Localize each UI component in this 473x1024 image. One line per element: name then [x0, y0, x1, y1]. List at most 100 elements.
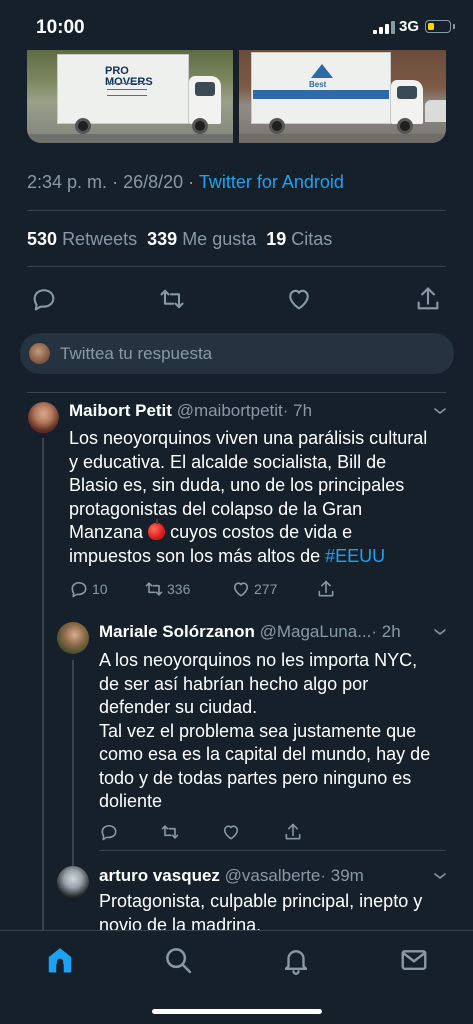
share-button[interactable] [316, 579, 336, 601]
retweet-button[interactable] [160, 822, 180, 844]
text-line: impuestos son los más altos de #EEUU [69, 545, 449, 569]
text-line: y educativa. El alcalde socialista, Bill… [69, 451, 387, 472]
text-line: Blasio es, sin duda, uno de los principa… [69, 475, 405, 495]
chevron-down-icon[interactable] [433, 406, 447, 416]
text-line: Protagonista, culpable principal, inepto… [99, 891, 423, 911]
tweet-date: 26/8/20 [123, 172, 184, 192]
share-button[interactable] [283, 822, 303, 844]
retweet-icon[interactable] [157, 285, 187, 313]
chevron-down-icon[interactable] [433, 627, 447, 637]
reply-count: 10 [92, 581, 108, 597]
reply-icon[interactable] [29, 285, 59, 313]
notifications-icon[interactable] [281, 945, 311, 975]
author-handle[interactable]: @vasalberte [225, 866, 321, 885]
retweet-icon [161, 825, 179, 839]
signal-icon [373, 21, 395, 34]
retweets-count: 530 [27, 229, 58, 249]
author-name[interactable]: Maibort Petit [69, 401, 172, 420]
reply-icon [71, 581, 87, 598]
thread-line [42, 438, 44, 930]
text-line: Los neoyorquinos viven una parálisis cul… [69, 428, 428, 448]
text-fragment: cuyos costos de vida e [165, 522, 353, 542]
retweets-stat[interactable]: 530 Retweets [27, 229, 137, 249]
author-name[interactable]: arturo vasquez [99, 866, 220, 885]
tweet-timestamp: 2:34 p. m. · 26/8/20 · Twitter for Andro… [27, 172, 344, 193]
like-count: 277 [254, 581, 278, 597]
text-fragment: impuestos son los más altos de [69, 545, 326, 566]
avatar[interactable] [28, 402, 59, 433]
reply-time: · 2h [371, 622, 401, 641]
status-bar: 10:00 3G [0, 0, 473, 50]
meta-separator: · [112, 172, 119, 192]
battery-icon [425, 20, 455, 33]
thread-line [72, 660, 74, 880]
likes-stat[interactable]: 339 Me gusta [147, 229, 256, 249]
search-icon[interactable] [163, 945, 193, 975]
retweet-count: 336 [167, 581, 191, 597]
divider [27, 210, 446, 211]
reply-header: Maibort Petit @maibortpetit· 7h [69, 401, 312, 421]
text-line: Tal vez el problema sea justamente que [99, 720, 417, 741]
like-icon[interactable] [284, 285, 314, 313]
reply-actions: 10 336 277 [69, 579, 359, 601]
like-icon [233, 582, 249, 597]
divider [27, 392, 446, 393]
quotes-stat[interactable]: 19 Citas [266, 229, 332, 249]
avatar[interactable] [57, 866, 89, 898]
quotes-label: Citas [291, 229, 333, 249]
truck-logo-text-right: Best [309, 80, 327, 89]
text-line: Manzana cuyos costos de vida e [69, 519, 449, 545]
tweet-source-link[interactable]: Twitter for Android [199, 172, 344, 192]
text-line: defender su ciudad. [99, 697, 258, 717]
author-handle[interactable]: @MagaLuna... [260, 622, 372, 641]
reply-text: Los neoyorquinos viven una parálisis cul… [69, 427, 449, 568]
divider [99, 850, 446, 851]
reply-composer[interactable]: Twittea tu respuesta [20, 333, 454, 374]
meta-separator: · [188, 172, 195, 192]
text-line: todo y de todas partes pero ninguno es [99, 767, 412, 788]
media-photo-left[interactable]: PRO MOVERS [27, 50, 233, 143]
reply-text: A los neoyorquinos no les importa NYC, d… [99, 649, 459, 814]
reply-actions [99, 822, 319, 844]
media-photo-right[interactable]: Best [239, 50, 446, 143]
chevron-down-icon[interactable] [433, 871, 447, 881]
reply-time: · 7h [282, 401, 313, 420]
reply-button[interactable]: 10 [69, 579, 108, 601]
text-line: novio de la madrina. [99, 914, 262, 931]
reply-time: · 39m [320, 866, 364, 885]
author-handle[interactable]: @maibortpetit [177, 401, 283, 420]
retweet-icon [145, 582, 163, 596]
tweet-stats: 530 Retweets 339 Me gusta 19 Citas [27, 229, 332, 250]
like-button[interactable]: 277 [231, 579, 277, 601]
network-type: 3G [399, 18, 420, 35]
text-line: de ser así habrían hecho algo por [99, 673, 369, 694]
text-line: protagonistas del colapso de la Gran [69, 498, 363, 519]
text-line: doliente [99, 791, 163, 811]
share-icon [285, 823, 301, 840]
like-button[interactable] [221, 822, 241, 844]
hashtag-link[interactable]: #EEUU [325, 546, 385, 566]
reply-button[interactable] [99, 822, 119, 844]
share-icon[interactable] [413, 285, 443, 313]
truck-logo-text: PRO MOVERS [105, 65, 153, 88]
author-name[interactable]: Mariale Solórzanon [99, 622, 255, 641]
text-fragment: Manzana [69, 522, 144, 542]
reply-input-placeholder[interactable]: Twittea tu respuesta [60, 344, 212, 364]
likes-count: 339 [147, 229, 178, 249]
text-line: A los neoyorquinos no les importa NYC, [99, 650, 418, 670]
home-icon[interactable] [45, 945, 75, 975]
status-time: 10:00 [36, 17, 85, 38]
reply-header: arturo vasquez @vasalberte· 39m [99, 866, 364, 886]
tweet-actions [0, 285, 473, 315]
quotes-count: 19 [266, 229, 287, 249]
tweet-media[interactable]: PRO MOVERS Best [27, 50, 446, 143]
avatar[interactable] [57, 622, 89, 654]
messages-icon[interactable] [399, 945, 429, 975]
retweets-label: Retweets [62, 229, 138, 249]
divider [27, 266, 446, 267]
share-icon [318, 580, 334, 597]
retweet-button[interactable]: 336 [144, 579, 190, 601]
reply-header: Mariale Solórzanon @MagaLuna...· 2h [99, 622, 401, 642]
like-icon [223, 825, 239, 840]
apple-emoji-icon [148, 519, 166, 540]
